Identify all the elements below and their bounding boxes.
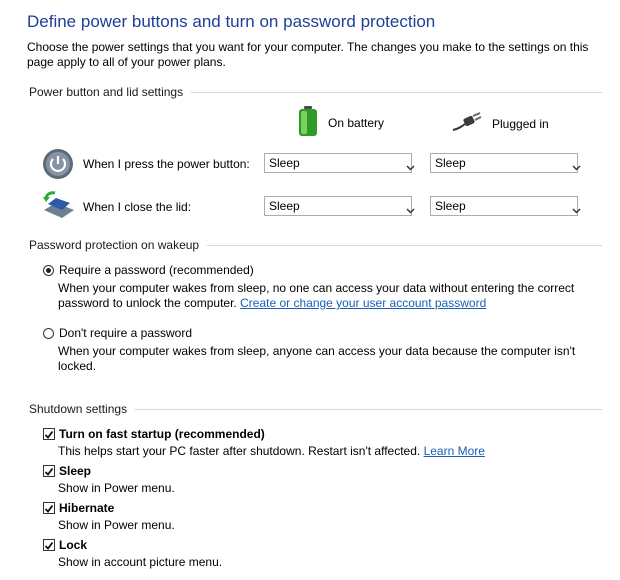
learn-more-link[interactable]: Learn More bbox=[424, 444, 485, 458]
sleep-desc: Show in Power menu. bbox=[58, 481, 175, 495]
battery-icon bbox=[298, 106, 318, 139]
lock-label[interactable]: Lock bbox=[59, 538, 87, 552]
password-heading: Password protection on wakeup bbox=[29, 238, 200, 252]
change-password-link[interactable]: Create or change your user account passw… bbox=[240, 296, 486, 310]
page-title: Define power buttons and turn on passwor… bbox=[27, 12, 436, 31]
close-lid-battery-select[interactable]: Sleep bbox=[264, 196, 415, 216]
select-value: Sleep bbox=[269, 156, 300, 170]
shutdown-heading: Shutdown settings bbox=[29, 402, 128, 416]
lock-desc: Show in account picture menu. bbox=[58, 555, 223, 569]
column-label-plugged: Plugged in bbox=[492, 116, 549, 131]
column-header-plugged: Plugged in bbox=[452, 112, 549, 135]
power-button-icon bbox=[42, 148, 74, 183]
lock-checkbox[interactable] bbox=[43, 539, 55, 551]
close-lid-plugged-select[interactable]: Sleep bbox=[430, 196, 581, 216]
plug-icon bbox=[452, 112, 482, 135]
sleep-checkbox[interactable] bbox=[43, 465, 55, 477]
hibernate-label[interactable]: Hibernate bbox=[59, 501, 114, 515]
fast-startup-label[interactable]: Turn on fast startup (recommended) bbox=[59, 427, 265, 441]
divider bbox=[135, 408, 602, 410]
checkmark-icon bbox=[44, 467, 54, 476]
checkmark-icon bbox=[44, 430, 54, 439]
no-password-label[interactable]: Don't require a password bbox=[59, 326, 192, 340]
require-password-radio[interactable] bbox=[43, 265, 54, 276]
page-intro: Choose the power settings that you want … bbox=[27, 40, 589, 69]
hibernate-desc: Show in Power menu. bbox=[58, 518, 175, 532]
fast-startup-desc-text: This helps start your PC faster after sh… bbox=[58, 444, 421, 458]
power-lid-heading: Power button and lid settings bbox=[29, 85, 184, 99]
fast-startup-desc: This helps start your PC faster after sh… bbox=[58, 444, 598, 459]
checkmark-icon bbox=[44, 541, 54, 550]
column-header-battery: On battery bbox=[298, 106, 384, 139]
select-value: Sleep bbox=[269, 199, 300, 213]
select-value: Sleep bbox=[435, 156, 466, 170]
divider bbox=[207, 244, 602, 246]
column-label-battery: On battery bbox=[328, 115, 385, 130]
divider bbox=[191, 91, 602, 93]
password-group-header: Password protection on wakeup bbox=[29, 238, 602, 252]
close-lid-label: When I close the lid: bbox=[83, 200, 192, 214]
power-lid-group-header: Power button and lid settings bbox=[29, 85, 602, 99]
require-password-label[interactable]: Require a password (recommended) bbox=[59, 263, 254, 277]
require-password-desc: When your computer wakes from sleep, no … bbox=[58, 281, 598, 311]
sleep-label[interactable]: Sleep bbox=[59, 464, 91, 478]
power-button-battery-select[interactable]: Sleep bbox=[264, 153, 415, 173]
hibernate-checkbox[interactable] bbox=[43, 502, 55, 514]
laptop-lid-icon bbox=[40, 190, 76, 223]
shutdown-group-header: Shutdown settings bbox=[29, 402, 602, 416]
no-password-desc: When your computer wakes from sleep, any… bbox=[58, 344, 576, 373]
power-button-plugged-select[interactable]: Sleep bbox=[430, 153, 581, 173]
select-value: Sleep bbox=[435, 199, 466, 213]
power-button-label: When I press the power button: bbox=[83, 157, 250, 171]
radio-selected-dot bbox=[46, 268, 51, 273]
checkmark-icon bbox=[44, 504, 54, 513]
no-password-radio[interactable] bbox=[43, 328, 54, 339]
fast-startup-checkbox[interactable] bbox=[43, 428, 55, 440]
